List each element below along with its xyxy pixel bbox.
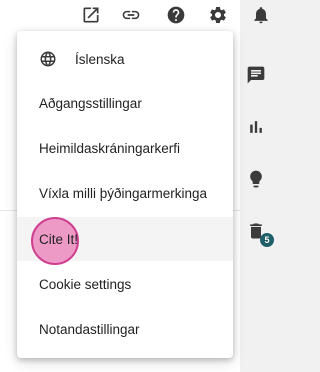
bar-chart-icon[interactable]: [244, 115, 268, 139]
toolbar: [0, 0, 304, 30]
menu-item-cite-it[interactable]: Cite It!: [17, 217, 233, 261]
menu-item-label: Notandastillingar: [39, 321, 140, 337]
count-badge: 5: [260, 233, 274, 247]
menu-item-citation-manager[interactable]: Heimildaskráningarkerfi: [17, 126, 233, 170]
link-icon[interactable]: [120, 4, 142, 26]
open-in-new-icon[interactable]: [80, 4, 102, 26]
menu-item-label: Íslenska: [75, 51, 125, 67]
delete-icon[interactable]: 5: [244, 219, 274, 247]
menu-item-label: Cookie settings: [39, 276, 132, 292]
menu-item-label: Heimildaskráningarkerfi: [39, 140, 181, 156]
settings-icon[interactable]: [207, 4, 229, 26]
menu-item-access-settings[interactable]: Aðgangsstillingar: [17, 81, 233, 125]
globe-icon: [39, 50, 57, 68]
lightbulb-icon[interactable]: [244, 167, 268, 191]
menu-item-label: Cite It!: [39, 231, 79, 247]
menu-item-label: Víxla milli þýðingarmerkinga: [39, 185, 208, 201]
menu-item-user-settings[interactable]: Notandastillingar: [17, 307, 233, 351]
dropdown-menu: Íslenska Aðgangsstillingar Heimildaskrán…: [17, 31, 233, 358]
menu-item-cookie-settings[interactable]: Cookie settings: [17, 262, 233, 306]
menu-item-toggle-translation-markers[interactable]: Víxla milli þýðingarmerkinga: [17, 171, 233, 215]
help-icon[interactable]: [165, 4, 187, 26]
menu-item-label: Aðgangsstillingar: [39, 95, 142, 111]
notifications-icon[interactable]: [250, 4, 272, 26]
menu-item-language[interactable]: Íslenska: [17, 37, 233, 81]
comment-icon[interactable]: [244, 63, 268, 87]
